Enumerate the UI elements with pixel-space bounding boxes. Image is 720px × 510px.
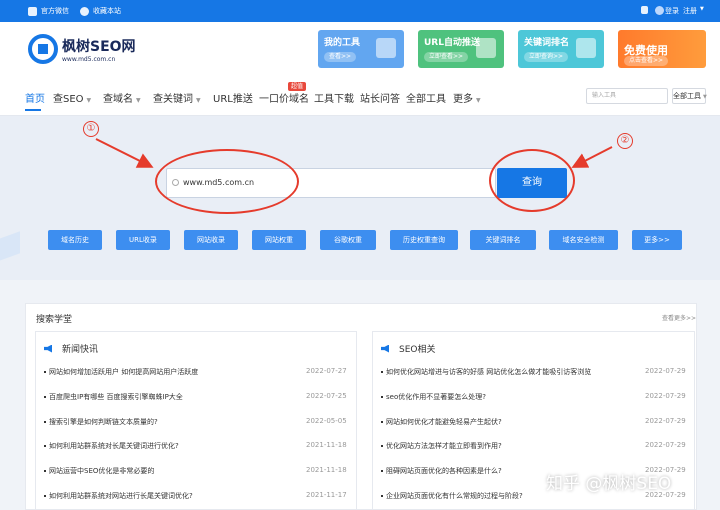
- list-item[interactable]: 阻碍网站页面优化的各种因素是什么?: [381, 466, 502, 476]
- list-item[interactable]: 网站如何优化才能避免轻易产生起伏?: [381, 417, 502, 427]
- news-heading: 新闻快讯: [44, 342, 98, 355]
- tool-site-weight[interactable]: 网站权重: [252, 230, 306, 250]
- nav-badge: 超值: [288, 82, 307, 91]
- promo-keyword-rank[interactable]: 关键词排名 立即查询>>: [518, 30, 604, 68]
- list-item[interactable]: 网站如何增加活跃用户 如何提高网站用户活跃度: [44, 367, 198, 377]
- promo-my-tools[interactable]: 我的工具 查看>>: [318, 30, 404, 68]
- list-item[interactable]: 如何利用站群系统对网站进行长尾关键词优化?: [44, 491, 193, 501]
- register-link[interactable]: 注册: [683, 6, 697, 16]
- nav-fixed-price-domain[interactable]: 一口价域名: [259, 90, 309, 105]
- nav-more[interactable]: 更多 ▼: [453, 90, 481, 105]
- list-item[interactable]: 搜索引擎是如何判断链文本质量的?: [44, 417, 158, 427]
- list-item[interactable]: 网站运营中SEO优化是非常必要的: [44, 466, 154, 476]
- list-item[interactable]: 优化网站方法怎样才能立即看到作用?: [381, 441, 502, 451]
- view-more-link[interactable]: 查看更多>>: [662, 313, 696, 322]
- tool-keyword-rank[interactable]: 关键词排名: [470, 230, 536, 250]
- nav-home[interactable]: 首页: [25, 90, 45, 105]
- tool-url-index[interactable]: URL收录: [116, 230, 170, 250]
- tool-history-weight[interactable]: 历史权重查询: [390, 230, 458, 250]
- annotation-marker-2: ②: [617, 133, 633, 149]
- list-item-date: 2022-07-29: [645, 441, 686, 449]
- tool-domain-history[interactable]: 域名历史: [48, 230, 102, 250]
- url-icon: [476, 38, 496, 58]
- tool-domain-security[interactable]: 域名安全检测: [549, 230, 618, 250]
- bell-icon[interactable]: [641, 6, 648, 14]
- list-item[interactable]: seo优化作用不显著要怎么处理?: [381, 392, 486, 402]
- nav-url-push[interactable]: URL推送: [213, 90, 253, 105]
- section-title: 搜索学堂: [36, 315, 73, 325]
- tool-search-input[interactable]: 输入工具: [586, 88, 668, 104]
- list-item-date: 2022-07-27: [306, 367, 347, 375]
- annotation-ellipse-input: [155, 149, 299, 214]
- chevron-down-icon: ▼: [86, 97, 92, 104]
- nav-domain[interactable]: 查域名 ▼: [103, 90, 141, 105]
- main-nav: 首页 查SEO ▼ 查域名 ▼ 查关键词 ▼ URL推送 一口价域名 超值 工具下载 …: [0, 80, 720, 116]
- promo-free-use[interactable]: 免费使用 点击查看>>: [618, 30, 706, 68]
- list-item-date: 2022-07-29: [645, 392, 686, 400]
- chevron-down-icon: ▼: [476, 97, 481, 104]
- nav-tool-download[interactable]: 工具下载: [314, 90, 354, 105]
- heart-icon: [80, 6, 89, 16]
- tool-google-weight[interactable]: 谷歌权重: [320, 230, 376, 250]
- header: 枫树SEO网 www.md5.com.cn 我的工具 查看>> URL自动推送 …: [0, 22, 720, 80]
- tool-more[interactable]: 更多>>: [632, 230, 682, 250]
- list-item-date: 2022-05-05: [306, 417, 347, 425]
- seo-heading: SEO相关: [381, 342, 435, 355]
- annotation-marker-1: ①: [83, 121, 99, 137]
- login-link[interactable]: 登录: [665, 6, 679, 16]
- wechat-link[interactable]: 官方微信: [28, 6, 69, 16]
- all-tools-dropdown[interactable]: 全部工具 ▼: [672, 88, 707, 104]
- list-item[interactable]: 如何利用站群系统对长尾关键词进行优化?: [44, 441, 179, 451]
- promo-url-push[interactable]: URL自动推送 立即查看>>: [418, 30, 504, 68]
- avatar[interactable]: [655, 6, 664, 15]
- tool-site-index[interactable]: 网站收录: [184, 230, 238, 250]
- nav-active-indicator: [25, 109, 41, 111]
- list-item[interactable]: 企业网站页面优化有什么常规的过程与阶段?: [381, 491, 523, 501]
- list-item-date: 2021-11-18: [306, 466, 347, 474]
- wechat-icon: [28, 6, 37, 16]
- chevron-down-icon: ▼: [196, 97, 201, 104]
- list-item-date: 2022-07-29: [645, 417, 686, 425]
- nav-keyword[interactable]: 查关键词 ▼: [153, 90, 201, 105]
- chevron-down-icon[interactable]: ▼: [700, 6, 704, 12]
- bar-chart-icon: [576, 38, 596, 58]
- nav-seo[interactable]: 查SEO ▼: [53, 90, 91, 105]
- annotation-ellipse-button: [489, 149, 575, 212]
- bookmark-link[interactable]: 收藏本站: [80, 6, 121, 16]
- list-item[interactable]: 百度爬虫IP有哪些 百度搜索引擎蜘蛛IP大全: [44, 392, 183, 402]
- list-item[interactable]: 如何优化网站增进与访客的好感 网站优化怎么做才能吸引访客浏览: [381, 367, 591, 377]
- list-item-date: 2022-07-29: [645, 367, 686, 375]
- logo-icon: [28, 34, 58, 64]
- list-item-date: 2022-07-25: [306, 392, 347, 400]
- site-logo[interactable]: 枫树SEO网 www.md5.com.cn: [28, 34, 138, 68]
- chevron-down-icon: ▼: [136, 97, 141, 104]
- speaker-icon: [381, 344, 389, 353]
- list-item-date: 2021-11-17: [306, 491, 347, 499]
- list-item-date: 2021-11-18: [306, 441, 347, 449]
- hero-section: [0, 116, 720, 280]
- watermark: 知乎 @枫树SEO: [546, 474, 672, 494]
- nav-qa[interactable]: 站长问答: [360, 90, 400, 105]
- speaker-icon: [44, 344, 52, 353]
- toolbox-icon: [376, 38, 396, 58]
- nav-all-tools[interactable]: 全部工具: [406, 90, 446, 105]
- top-bar: 官方微信 收藏本站 登录 注册 ▼: [0, 0, 720, 22]
